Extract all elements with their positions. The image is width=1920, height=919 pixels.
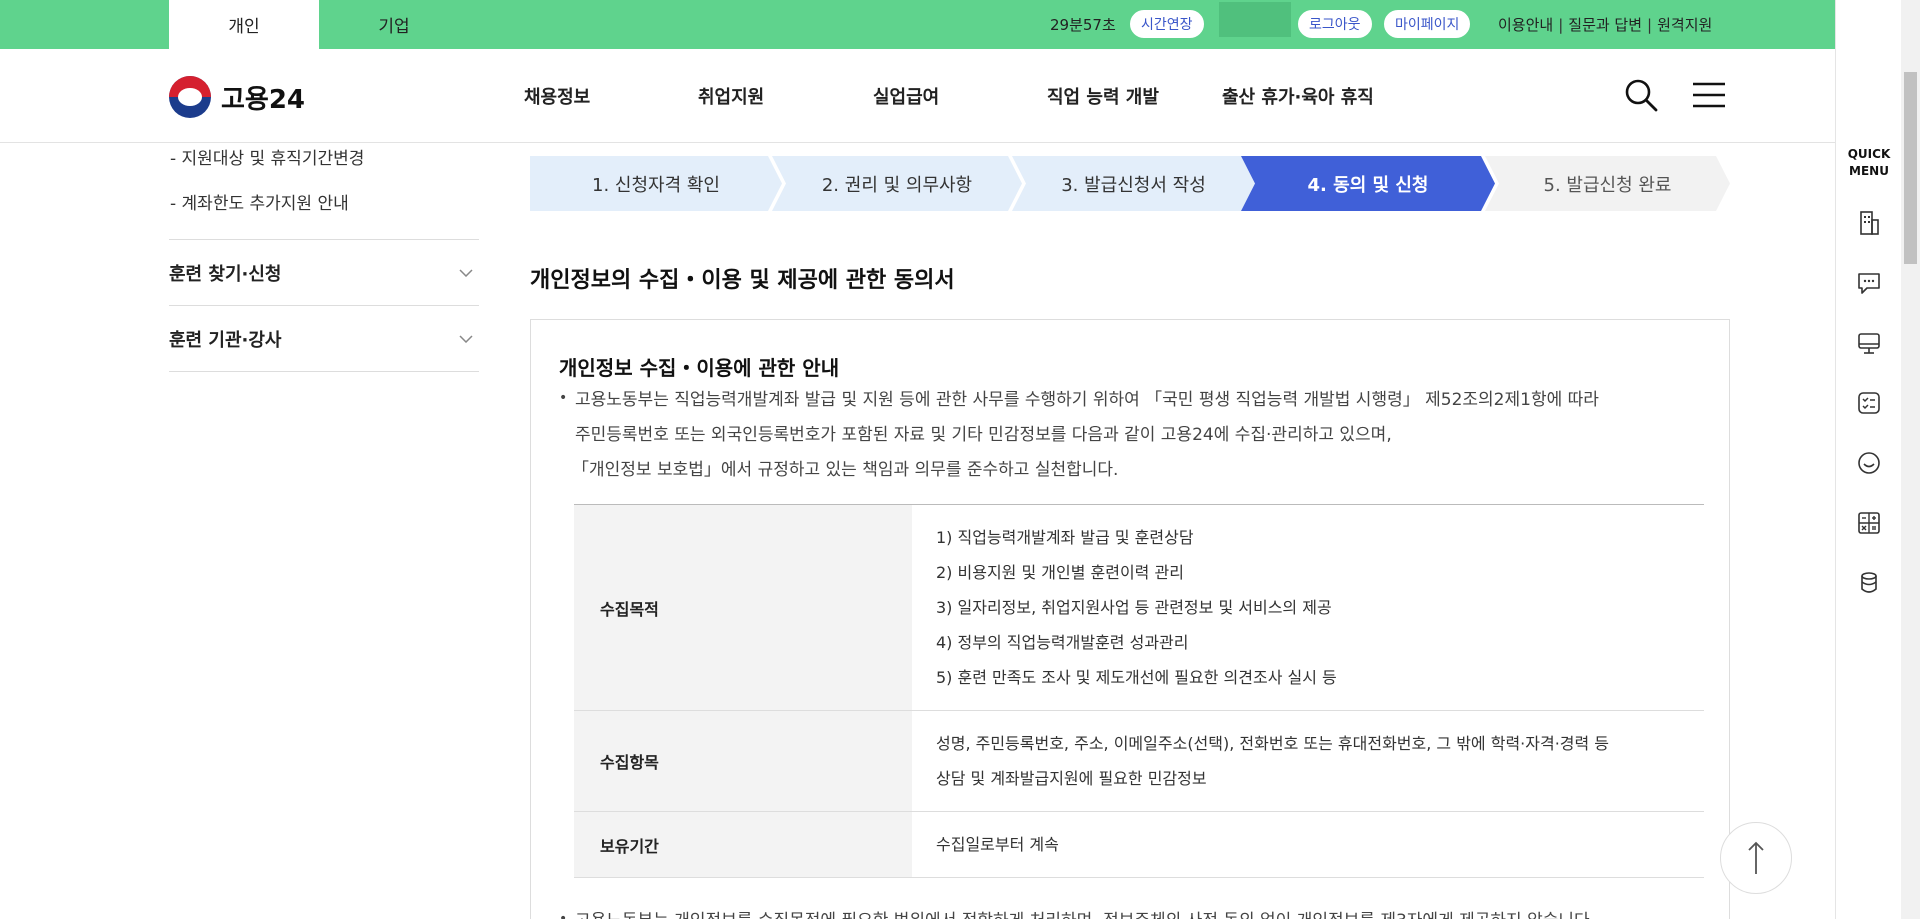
list-item: 5) 훈련 만족도 조사 및 제도개선에 필요한 의견조사 실시 등	[936, 668, 1337, 687]
scroll-to-top-button[interactable]	[1720, 822, 1792, 894]
nav-employment-support[interactable]: 취업지원	[698, 49, 764, 143]
row-header-period: 보유기간	[574, 811, 912, 878]
nav-skills-development[interactable]: 직업 능력 개발	[1047, 49, 1159, 143]
search-icon[interactable]	[1624, 78, 1658, 112]
divider: |	[1647, 15, 1653, 34]
section-title: 개인정보 수집・이용에 관한 안내	[559, 356, 840, 380]
chevron-down-icon	[459, 334, 473, 343]
calculator-icon[interactable]	[1856, 510, 1882, 536]
list-item: 1) 직업능력개발계좌 발급 및 훈련상담	[936, 528, 1194, 547]
period-cell: 수집일로부터 계속	[912, 811, 1704, 878]
monitor-icon[interactable]	[1856, 330, 1882, 356]
coins-icon[interactable]	[1856, 570, 1882, 596]
user-name-block	[1219, 2, 1291, 37]
footer-line: 고용노동부는 개인정보를 수집목적에 필요한 범위에서 적합하게 처리하며, 정…	[575, 904, 1595, 919]
intro-line-1: 고용노동부는 직업능력개발계좌 발급 및 지원 등에 관한 사무를 수행하기 위…	[575, 390, 1599, 410]
info-table: 수집목적 1) 직업능력개발계좌 발급 및 훈련상담 2) 비용지원 및 개인별…	[574, 504, 1704, 878]
step-progress: 1. 신청자격 확인 2. 권리 및 의무사항 3. 발급신청서 작성 4. 동…	[530, 156, 1730, 211]
logout-button[interactable]: 로그아웃	[1298, 10, 1372, 38]
row-header-items: 수집항목	[574, 710, 912, 812]
extend-time-button[interactable]: 시간연장	[1130, 10, 1204, 38]
bullet-icon: •	[559, 911, 568, 919]
sidebar-subitem-target-change[interactable]: - 지원대상 및 휴직기간변경	[170, 144, 364, 169]
site-logo[interactable]: 고용24	[169, 76, 305, 118]
tab-personal[interactable]: 개인	[169, 0, 319, 49]
qna-link[interactable]: 질문과 답변	[1568, 14, 1642, 35]
mypage-button[interactable]: 마이페이지	[1384, 10, 1471, 38]
step-2: 2. 권리 및 의무사항	[821, 174, 973, 196]
page-title: 개인정보의 수집・이용 및 제공에 관한 동의서	[530, 268, 955, 293]
remote-support-link[interactable]: 원격지원	[1657, 14, 1712, 35]
building-icon[interactable]	[1856, 210, 1882, 236]
chat-icon[interactable]	[1856, 270, 1882, 296]
nav-jobs[interactable]: 채용정보	[524, 49, 590, 143]
smile-icon[interactable]	[1856, 450, 1882, 476]
table-row: 수집항목 성명, 주민등록번호, 주소, 이메일주소(선택), 전화번호 또는 …	[574, 710, 1704, 812]
top-utility-bar: 개인 기업 29분57초 시간연장 로그아웃 마이페이지 이용안내 | 질문과 …	[0, 0, 1835, 49]
logo-text: 고용24	[221, 84, 306, 115]
quick-menu-title: QUICK MENU	[1847, 147, 1891, 178]
checklist-icon[interactable]	[1856, 390, 1882, 416]
nav-maternity-leave[interactable]: 출산 휴가·육아 휴직	[1222, 49, 1374, 143]
list-item: 3) 일자리정보, 취업지원사업 등 관련정보 및 서비스의 제공	[936, 598, 1332, 617]
tab-business[interactable]: 기업	[319, 0, 469, 49]
step-1: 1. 신청자격 확인	[592, 174, 720, 196]
page-scrollbar[interactable]	[1901, 0, 1920, 919]
divider: |	[1558, 15, 1564, 34]
table-row: 수집목적 1) 직업능력개발계좌 발급 및 훈련상담 2) 비용지원 및 개인별…	[574, 504, 1704, 711]
list-item: 4) 정부의 직업능력개발훈련 성과관리	[936, 633, 1189, 652]
taegeuk-emblem-icon	[169, 76, 211, 118]
main-header: 고용24 채용정보 취업지원 실업급여 직업 능력 개발 출산 휴가·육아 휴직	[0, 49, 1835, 143]
sidebar-section-training-search[interactable]: 훈련 찾기·신청	[169, 240, 479, 306]
sidebar-subitem-limit-support[interactable]: - 계좌한도 추가지원 안내	[170, 189, 349, 214]
consent-box: 개인정보 수집・이용에 관한 안내 • 고용노동부는 직업능력개발계좌 발급 및…	[530, 319, 1730, 919]
intro-line-2: 주민등록번호 또는 외국인등록번호가 포함된 자료 및 기타 민감정보를 다음과…	[575, 425, 1392, 445]
utility-links: 이용안내 | 질문과 답변 | 원격지원	[1498, 0, 1712, 49]
intro-line-3: 「개인정보 보호법」에서 규정하고 있는 책임과 의무를 준수하고 실천합니다.	[572, 460, 1119, 480]
items-cell: 성명, 주민등록번호, 주소, 이메일주소(선택), 전화번호 또는 휴대전화번…	[912, 710, 1704, 812]
step-5: 5. 발급신청 완료	[1543, 174, 1672, 196]
row-header-purpose: 수집목적	[574, 504, 912, 711]
nav-unemployment-benefit[interactable]: 실업급여	[873, 49, 939, 143]
cell-line: 상담 및 계좌발급지원에 필요한 민감정보	[936, 769, 1207, 788]
list-item: 2) 비용지원 및 개인별 훈련이력 관리	[936, 563, 1184, 582]
purpose-list: 1) 직업능력개발계좌 발급 및 훈련상담 2) 비용지원 및 개인별 훈련이력…	[912, 504, 1704, 711]
step-4-active: 4. 동의 및 신청	[1307, 174, 1429, 196]
sidebar-section-label: 훈련 기관·강사	[169, 329, 282, 351]
cell-line: 성명, 주민등록번호, 주소, 이메일주소(선택), 전화번호 또는 휴대전화번…	[936, 734, 1610, 753]
step-3: 3. 발급신청서 작성	[1061, 174, 1206, 196]
sidebar-section-training-institution[interactable]: 훈련 기관·강사	[169, 306, 479, 372]
quick-menu: QUICK MENU	[1835, 0, 1901, 919]
hamburger-menu-icon[interactable]	[1692, 81, 1726, 109]
table-row: 보유기간 수집일로부터 계속	[574, 811, 1704, 878]
chevron-down-icon	[459, 268, 473, 277]
guide-link[interactable]: 이용안내	[1498, 14, 1553, 35]
arrow-up-icon	[1748, 841, 1764, 874]
bullet-icon: •	[559, 390, 568, 406]
scrollbar-thumb[interactable]	[1904, 72, 1917, 264]
session-timer: 29분57초	[1050, 16, 1116, 34]
sidebar-section-label: 훈련 찾기·신청	[169, 263, 282, 285]
